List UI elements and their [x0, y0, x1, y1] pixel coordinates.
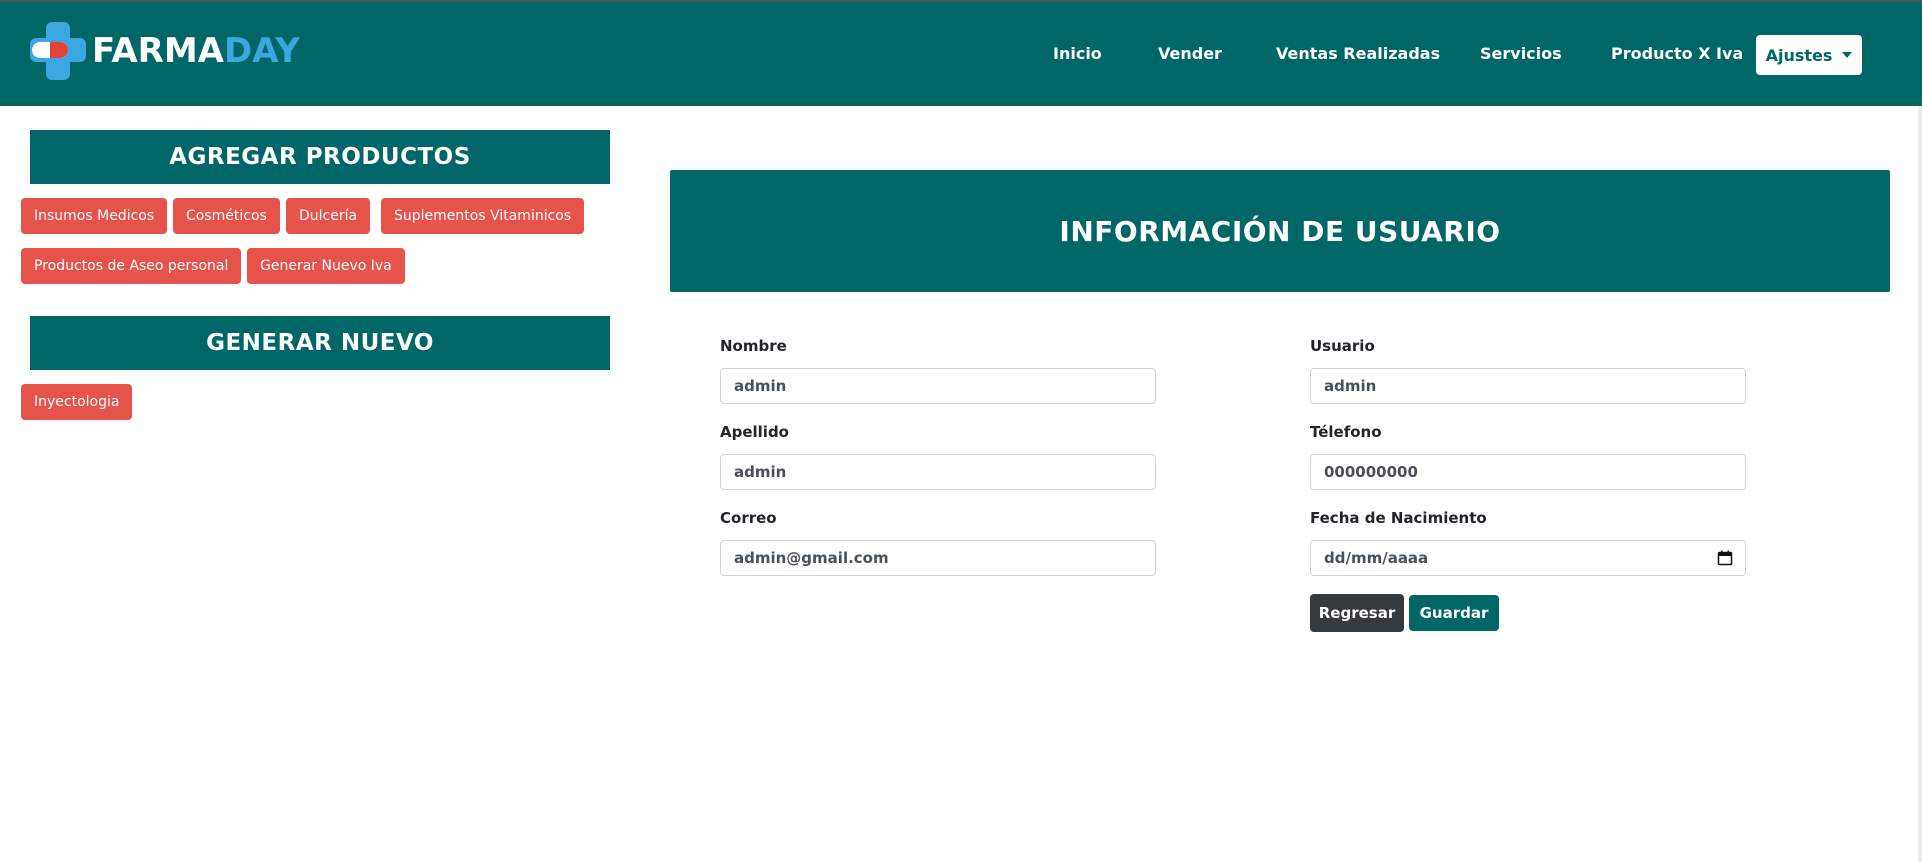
- inyectologia-button[interactable]: Inyectologia: [21, 384, 133, 420]
- brand-name-part2: DAY: [223, 31, 300, 71]
- brand-name-part1: FARMA: [92, 31, 224, 71]
- nombre-input[interactable]: [720, 368, 1156, 404]
- nav-item-servicios[interactable]: Servicios: [1480, 2, 1562, 106]
- add-products-heading: AGREGAR PRODUCTOS: [30, 130, 610, 184]
- navbar: FARMADAY Inicio Vender Ventas Realizadas…: [0, 2, 1922, 106]
- productos-aseo-personal-button[interactable]: Productos de Aseo personal: [21, 248, 242, 284]
- correo-input[interactable]: [720, 540, 1156, 576]
- page-scrollbar[interactable]: [1918, 106, 1922, 862]
- brand-logo[interactable]: FARMADAY: [28, 20, 300, 82]
- chevron-down-icon: [1842, 52, 1853, 58]
- settings-dropdown-button[interactable]: Ajustes: [1756, 35, 1862, 75]
- cosmeticos-button[interactable]: Cosméticos: [173, 198, 280, 234]
- telefono-label: Télefono: [1310, 423, 1382, 441]
- user-info-title: INFORMACIÓN DE USUARIO: [670, 170, 1890, 292]
- usuario-label: Usuario: [1310, 337, 1375, 355]
- nav-item-producto-x-iva[interactable]: Producto X Iva: [1611, 2, 1743, 106]
- apellido-label: Apellido: [720, 423, 789, 441]
- fecha-nacimiento-input[interactable]: dd/mm/aaaa: [1310, 540, 1746, 576]
- dulceria-button[interactable]: Dulcería: [286, 198, 371, 234]
- date-placeholder: dd/mm/aaaa: [1324, 549, 1429, 567]
- apellido-input[interactable]: [720, 454, 1156, 490]
- insumos-medicos-button[interactable]: Insumos Medicos: [21, 198, 168, 234]
- generar-nuevo-iva-button[interactable]: Generar Nuevo Iva: [247, 248, 405, 284]
- nombre-label: Nombre: [720, 337, 787, 355]
- brand-name: FARMADAY: [92, 34, 300, 68]
- generate-new-heading: GENERAR NUEVO: [30, 316, 610, 370]
- calendar-icon[interactable]: [1717, 550, 1733, 566]
- fecha-nacimiento-label: Fecha de Nacimiento: [1310, 509, 1487, 527]
- usuario-input[interactable]: [1310, 368, 1746, 404]
- suplementos-vitaminicos-button[interactable]: Suplementos Vitaminicos: [381, 198, 585, 234]
- settings-label: Ajustes: [1765, 45, 1833, 65]
- telefono-input[interactable]: [1310, 454, 1746, 490]
- correo-label: Correo: [720, 509, 777, 527]
- regresar-button[interactable]: Regresar: [1310, 594, 1404, 632]
- guardar-button[interactable]: Guardar: [1409, 595, 1499, 631]
- nav-item-ventas-realizadas[interactable]: Ventas Realizadas: [1276, 2, 1440, 106]
- nav-item-vender[interactable]: Vender: [1158, 2, 1222, 106]
- nav-item-inicio[interactable]: Inicio: [1053, 2, 1102, 106]
- pharmacy-cross-pill-icon: [28, 20, 88, 82]
